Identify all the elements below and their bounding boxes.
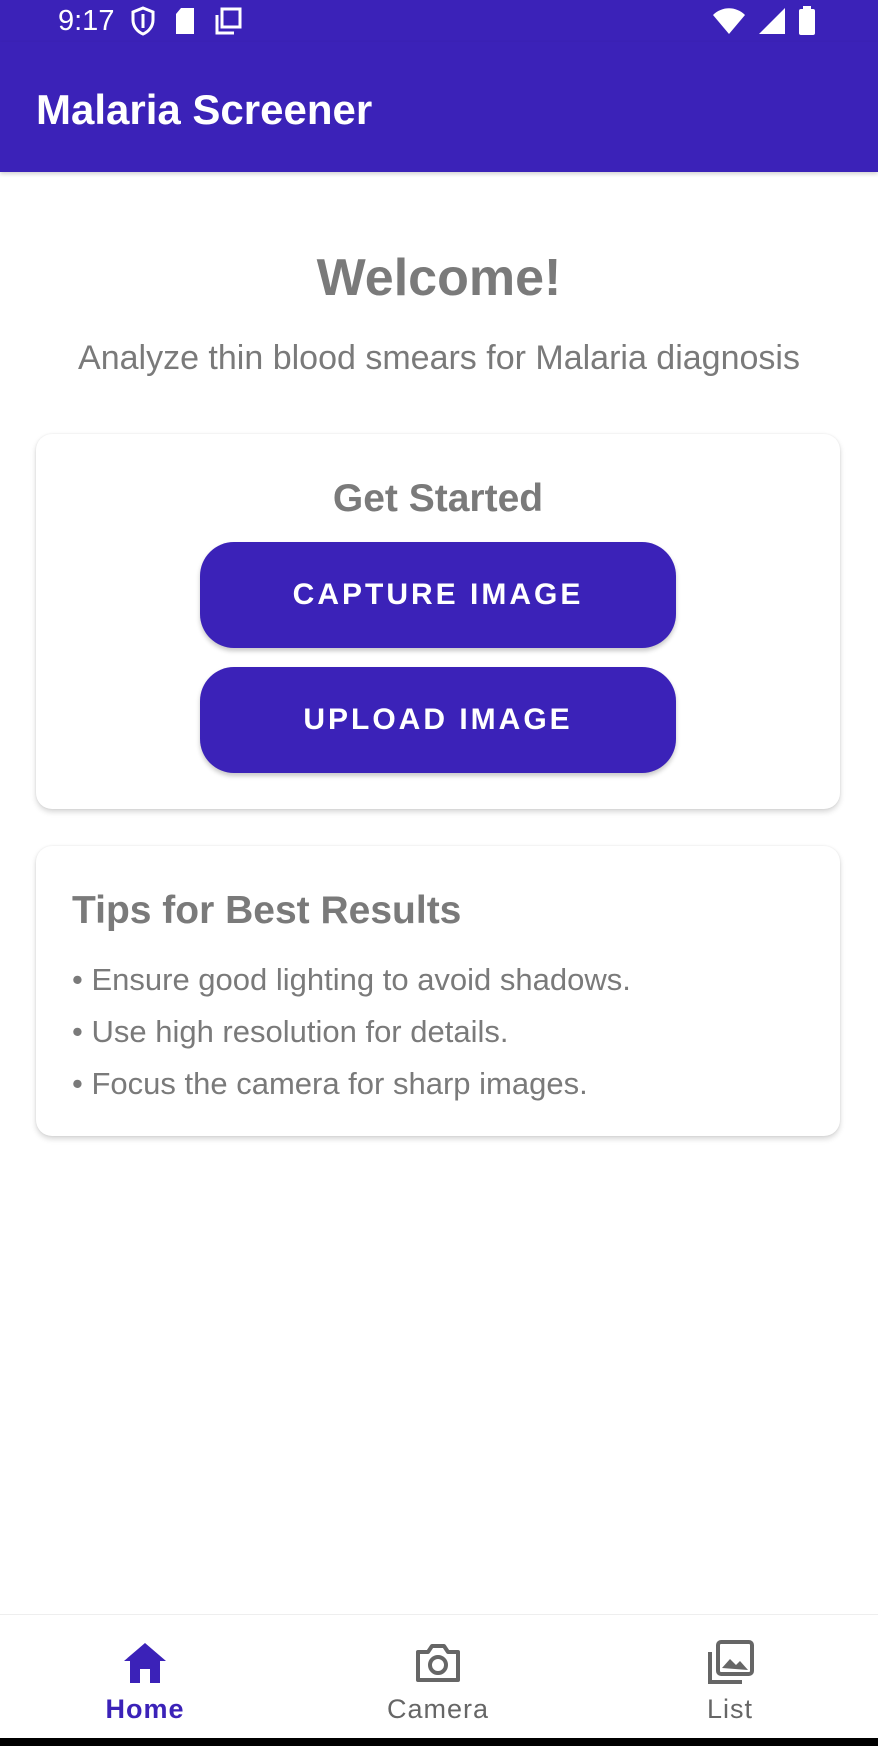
screen-bottom-edge (0, 1738, 878, 1746)
tip-item: • Focus the camera for sharp images. (72, 1066, 588, 1101)
nav-item-camera[interactable]: Camera (328, 1615, 548, 1739)
welcome-subtitle: Analyze thin blood smears for Malaria di… (78, 339, 800, 377)
app-title: Malaria Screener (36, 86, 373, 133)
status-time: 9:17 (58, 5, 115, 37)
nav-item-list[interactable]: List (620, 1615, 840, 1739)
sd-card-icon (174, 7, 196, 35)
signal-icon (758, 7, 786, 35)
status-bar: 9:17 (0, 0, 878, 42)
tip-item: • Ensure good lighting to avoid shadows. (72, 962, 631, 997)
bottom-navigation: Home Camera List (0, 1614, 878, 1738)
nav-label-list: List (706, 1694, 754, 1724)
status-left-icons (130, 6, 242, 36)
tip-item: • Use high resolution for details. (72, 1014, 509, 1049)
camera-icon (414, 1639, 462, 1687)
welcome-title: Welcome! (316, 249, 562, 307)
battery-icon (798, 6, 816, 36)
status-right-icons (712, 6, 816, 36)
shield-icon (130, 6, 156, 36)
app-screen: 9:17 Malaria Screener Welcome! Analyze t… (0, 0, 878, 1746)
home-icon (122, 1639, 168, 1687)
tips-card: Tips for Best Results • Ensure good ligh… (36, 846, 840, 1136)
get-started-card: Get Started CAPTURE IMAGE UPLOAD IMAGE (36, 434, 840, 809)
wifi-icon (712, 7, 746, 35)
tips-list: • Ensure good lighting to avoid shadows.… (72, 954, 631, 1110)
app-bar: Malaria Screener (0, 42, 878, 172)
nav-label-home: Home (105, 1694, 185, 1724)
nav-label-camera: Camera (386, 1694, 490, 1724)
tips-title: Tips for Best Results (72, 889, 462, 932)
copy-icon (214, 7, 242, 35)
upload-image-button[interactable]: UPLOAD IMAGE (200, 667, 676, 773)
get-started-title: Get Started (332, 477, 544, 520)
nav-item-home[interactable]: Home (35, 1615, 255, 1739)
capture-image-button[interactable]: CAPTURE IMAGE (200, 542, 676, 648)
gallery-icon (706, 1639, 754, 1687)
